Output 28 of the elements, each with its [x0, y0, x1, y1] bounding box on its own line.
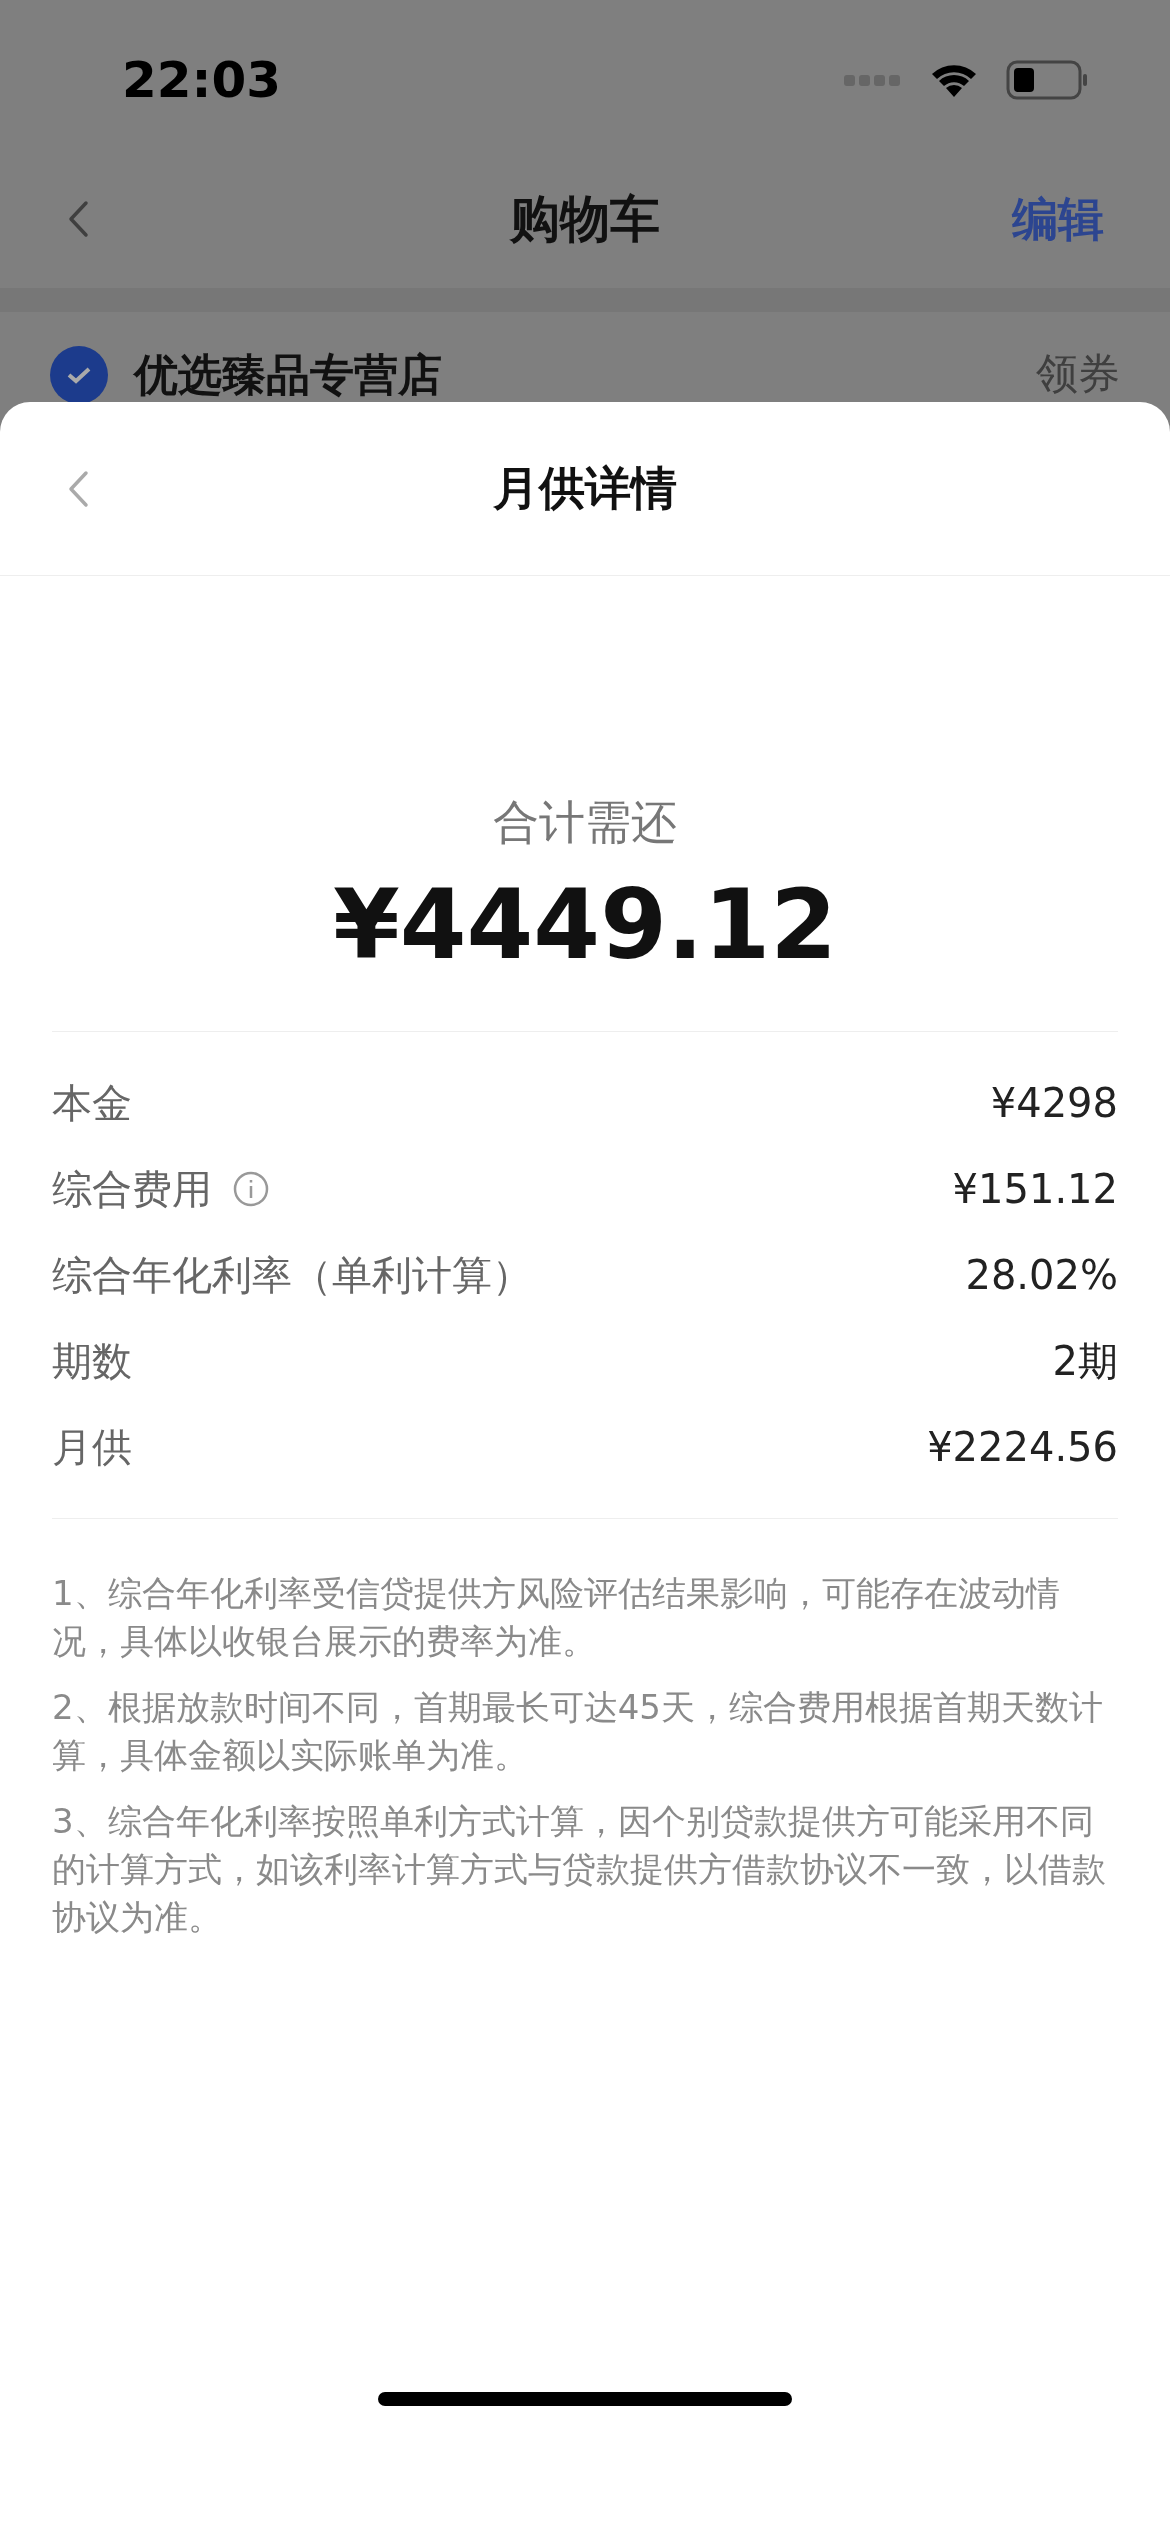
- store-checkbox[interactable]: [50, 346, 108, 404]
- row-value: ¥4298: [990, 1079, 1118, 1128]
- row-value: ¥151.12: [952, 1165, 1118, 1214]
- edit-button[interactable]: 编辑: [1012, 184, 1104, 254]
- nav-title: 购物车: [510, 188, 660, 250]
- back-icon[interactable]: [66, 468, 90, 509]
- back-icon[interactable]: [66, 199, 90, 239]
- note-text: 1、综合年化利率受信贷提供方风险评估结果影响，可能存在波动情况，具体以收银台展示的费率为准。: [52, 1572, 1061, 1663]
- battery-icon: [1006, 60, 1090, 100]
- status-time: 22:03: [122, 49, 282, 111]
- info-icon[interactable]: [232, 1170, 270, 1208]
- row-label: 本金: [52, 1079, 132, 1128]
- row-value: 28.02%: [965, 1251, 1118, 1300]
- check-icon: [66, 365, 92, 385]
- row-value: 2期: [1052, 1337, 1118, 1386]
- row-value: ¥2224.56: [927, 1423, 1118, 1472]
- row-label: 综合费用: [52, 1165, 212, 1214]
- store-name: 优选臻品专营店: [134, 348, 442, 402]
- row-label: 综合年化利率（单利计算）: [52, 1251, 532, 1300]
- coupon-link[interactable]: 领券: [1036, 342, 1120, 404]
- row-label: 月供: [52, 1423, 132, 1472]
- row-label: 期数: [52, 1337, 132, 1386]
- signal-icon: [844, 73, 902, 87]
- note-text: 2、根据放款时间不同，首期最长可达45天，综合费用根据首期天数计算，具体金额以实际账单为准。: [52, 1686, 1104, 1777]
- note-text: 3、综合年化利率按照单利方式计算，因个别贷款提供方可能采用不同的计算方式，如该利率计算方式与贷款提供方借款协议不一致，以借款协议为准。: [52, 1800, 1107, 1939]
- sheet-title: 月供详情: [493, 460, 677, 517]
- total-amount: ¥4449.12: [332, 877, 837, 973]
- total-label: 合计需还: [493, 794, 677, 851]
